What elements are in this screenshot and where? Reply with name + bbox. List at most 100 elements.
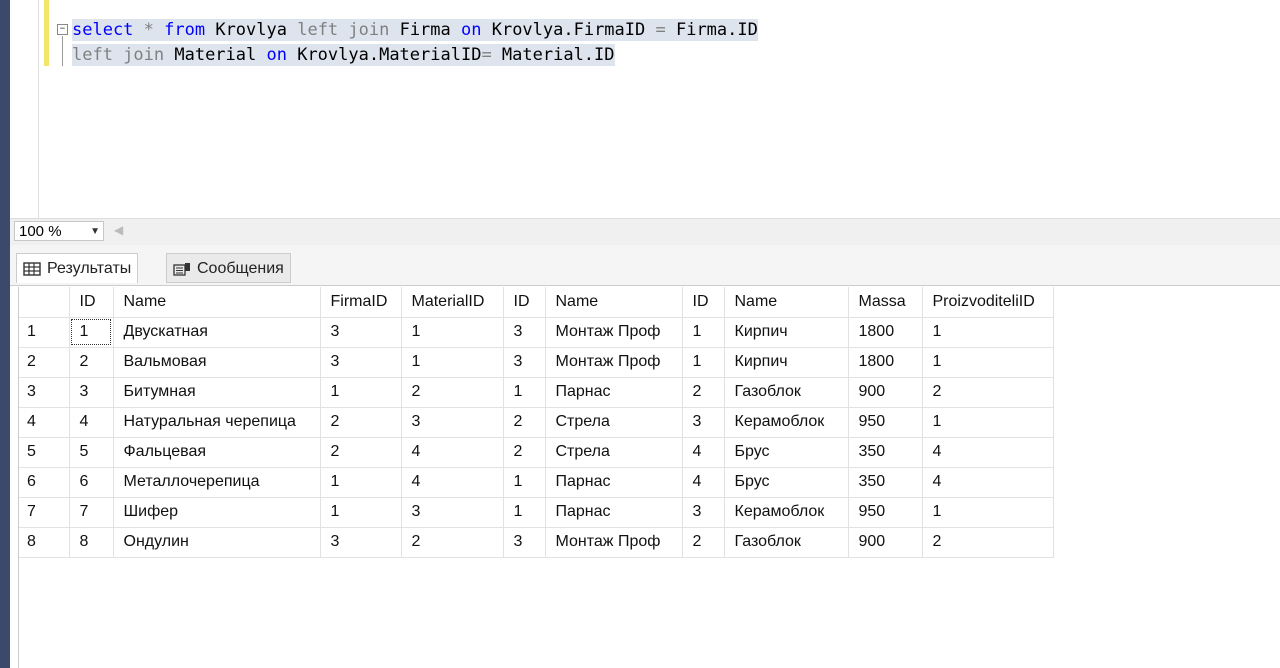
table-cell[interactable]: 3 — [682, 497, 725, 528]
table-cell[interactable]: 1 — [401, 317, 504, 348]
tab-results[interactable]: Результаты — [16, 253, 139, 283]
row-number[interactable]: 3 — [19, 377, 70, 408]
table-cell[interactable]: Газоблок — [724, 377, 849, 408]
table-cell[interactable]: Ондулин — [113, 527, 321, 558]
table-cell[interactable]: 8 — [69, 527, 114, 558]
column-header[interactable]: Name — [545, 287, 683, 318]
table-cell[interactable]: 4 — [69, 407, 114, 438]
table-cell[interactable]: 4 — [922, 437, 1054, 468]
column-header[interactable]: Name — [113, 287, 321, 318]
table-cell[interactable]: 1 — [69, 317, 114, 348]
table-cell[interactable]: 1 — [320, 497, 402, 528]
table-cell[interactable]: 1 — [682, 317, 725, 348]
table-cell[interactable]: 6 — [69, 467, 114, 498]
sql-line-1[interactable]: select * from Krovlya left join Firma on… — [72, 19, 758, 41]
table-cell[interactable]: 2 — [922, 527, 1054, 558]
column-header[interactable]: Name — [724, 287, 849, 318]
table-row[interactable]: 4 4 Натуральная черепица 2 3 2 Стрела 3 Керамобл… — [19, 407, 1054, 438]
table-cell[interactable]: 2 — [503, 437, 546, 468]
table-cell[interactable]: Парнас — [545, 467, 683, 498]
table-cell[interactable]: 1 — [503, 377, 546, 408]
table-cell[interactable]: 1 — [503, 497, 546, 528]
table-cell[interactable]: 3 — [69, 377, 114, 408]
table-cell[interactable]: 4 — [401, 437, 504, 468]
table-row[interactable]: 7 7 Шифер 1 3 1 Парнас 3 Керамоблок 950 1 — [19, 497, 1054, 528]
column-header[interactable]: Massa — [848, 287, 923, 318]
table-cell[interactable]: 4 — [682, 437, 725, 468]
table-row[interactable]: 2 2 Вальмовая 3 1 3 Монтаж Проф 1 Кирпич 1800 1 — [19, 347, 1054, 378]
column-header[interactable] — [19, 287, 70, 318]
table-cell[interactable]: 7 — [69, 497, 114, 528]
table-cell[interactable]: 1800 — [848, 317, 923, 348]
table-cell[interactable]: 3 — [401, 407, 504, 438]
row-number[interactable]: 6 — [19, 467, 70, 498]
table-cell[interactable]: 5 — [69, 437, 114, 468]
table-cell[interactable]: 1 — [922, 347, 1054, 378]
table-cell[interactable]: 1 — [503, 467, 546, 498]
table-cell[interactable]: Монтаж Проф — [545, 347, 683, 378]
column-header[interactable]: ID — [682, 287, 725, 318]
table-cell[interactable]: 3 — [503, 527, 546, 558]
table-cell[interactable]: 1 — [401, 347, 504, 378]
column-header[interactable]: ID — [69, 287, 114, 318]
table-cell[interactable]: Парнас — [545, 497, 683, 528]
table-cell[interactable]: Газоблок — [724, 527, 849, 558]
table-cell[interactable]: Стрела — [545, 407, 683, 438]
collapse-icon[interactable]: − — [57, 24, 68, 35]
table-cell[interactable]: 1 — [320, 467, 402, 498]
row-number[interactable]: 7 — [19, 497, 70, 528]
row-number[interactable]: 5 — [19, 437, 70, 468]
table-cell[interactable]: 350 — [848, 437, 923, 468]
table-cell[interactable]: 950 — [848, 497, 923, 528]
table-cell[interactable]: 2 — [69, 347, 114, 378]
results-grid[interactable]: ID Name FirmaID MaterialID ID Name ID Name Massa… — [18, 287, 1280, 668]
column-header[interactable]: MaterialID — [401, 287, 504, 318]
scroll-left-icon[interactable]: ◀ — [114, 223, 123, 237]
table-cell[interactable]: 1800 — [848, 347, 923, 378]
table-cell[interactable]: 4 — [401, 467, 504, 498]
table-cell[interactable]: 3 — [320, 317, 402, 348]
column-header[interactable]: ID — [503, 287, 546, 318]
table-cell[interactable]: 2 — [401, 527, 504, 558]
table-row[interactable]: 8 8 Ондулин 3 2 3 Монтаж Проф 2 Газоблок 900 2 — [19, 527, 1054, 558]
table-cell[interactable]: Керамоблок — [724, 407, 849, 438]
table-row[interactable]: 6 6 Металлочерепица 1 4 1 Парнас 4 Брус 350 4 — [19, 467, 1054, 498]
table-cell[interactable]: 1 — [682, 347, 725, 378]
row-number[interactable]: 2 — [19, 347, 70, 378]
table-cell[interactable]: Шифер — [113, 497, 321, 528]
table-cell[interactable]: 3 — [503, 347, 546, 378]
table-cell[interactable]: 1 — [922, 497, 1054, 528]
table-cell[interactable]: 2 — [682, 527, 725, 558]
tab-messages[interactable]: Сообщения — [166, 253, 291, 283]
table-cell[interactable]: Натуральная черепица — [113, 407, 321, 438]
table-cell[interactable]: Стрела — [545, 437, 683, 468]
table-cell[interactable]: 4 — [682, 467, 725, 498]
table-cell[interactable]: 1 — [922, 317, 1054, 348]
table-cell[interactable]: Монтаж Проф — [545, 527, 683, 558]
table-cell[interactable]: Кирпич — [724, 347, 849, 378]
table-cell[interactable]: 900 — [848, 527, 923, 558]
table-cell[interactable]: 1 — [922, 407, 1054, 438]
table-row[interactable]: 3 3 Битумная 1 2 1 Парнас 2 Газоблок 900 2 — [19, 377, 1054, 408]
table-row[interactable]: 5 5 Фальцевая 2 4 2 Стрела 4 Брус 350 4 — [19, 437, 1054, 468]
table-cell[interactable]: Металлочерепица — [113, 467, 321, 498]
table-cell[interactable]: 2 — [320, 407, 402, 438]
row-number[interactable]: 1 — [19, 317, 70, 348]
row-number[interactable]: 8 — [19, 527, 70, 558]
column-header[interactable]: FirmaID — [320, 287, 402, 318]
table-cell[interactable]: Двускатная — [113, 317, 321, 348]
table-cell[interactable]: 900 — [848, 377, 923, 408]
table-cell[interactable]: 3 — [682, 407, 725, 438]
table-cell[interactable]: 2 — [401, 377, 504, 408]
table-cell[interactable]: 2 — [503, 407, 546, 438]
row-number[interactable]: 4 — [19, 407, 70, 438]
table-cell[interactable]: 350 — [848, 467, 923, 498]
zoom-select[interactable]: 100 % ▼ — [14, 221, 104, 241]
table-cell[interactable]: Фальцевая — [113, 437, 321, 468]
table-cell[interactable]: 3 — [503, 317, 546, 348]
sql-line-2[interactable]: left join Material on Krovlya.MaterialID… — [72, 44, 615, 66]
table-cell[interactable]: 3 — [320, 347, 402, 378]
table-cell[interactable]: Битумная — [113, 377, 321, 408]
table-cell[interactable]: Кирпич — [724, 317, 849, 348]
column-header[interactable]: ProizvoditeliID — [922, 287, 1054, 318]
